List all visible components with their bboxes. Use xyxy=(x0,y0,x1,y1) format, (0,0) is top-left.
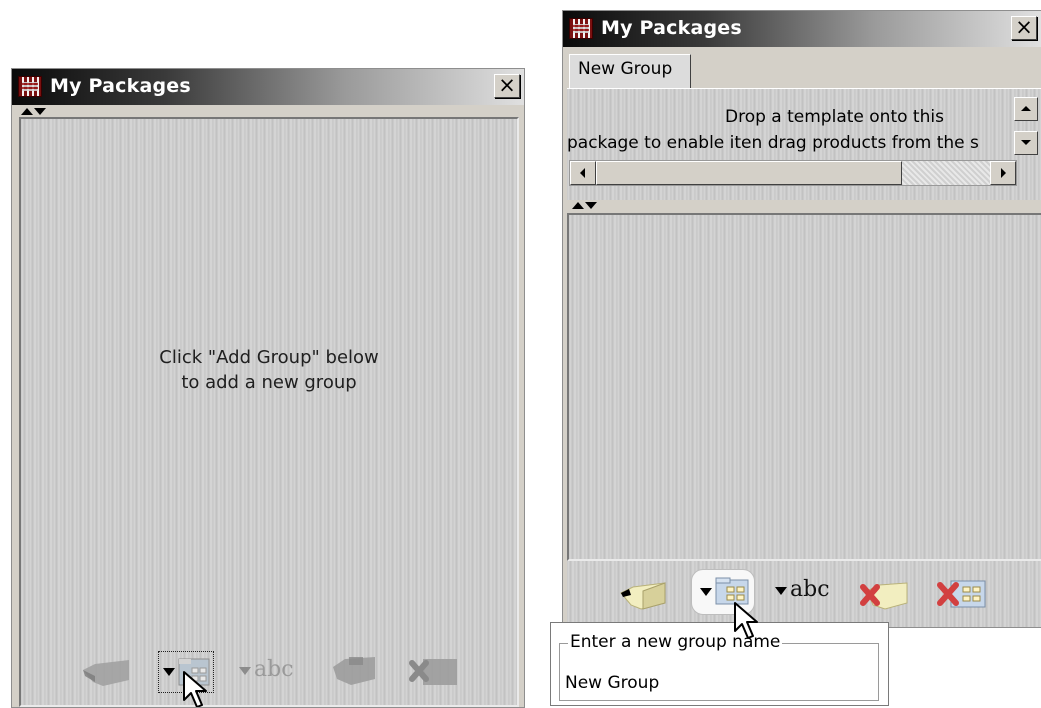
mouse-pointer-icon xyxy=(734,602,758,639)
title-bar[interactable]: My Packages × xyxy=(563,11,1041,47)
rename-label: abc xyxy=(254,657,294,682)
window-title: My Packages xyxy=(601,17,742,39)
horizontal-scrollbar[interactable] xyxy=(569,160,1017,186)
dropdown-arrow-icon xyxy=(239,667,251,675)
mouse-pointer-icon xyxy=(183,671,207,707)
group-name-input[interactable] xyxy=(565,671,865,695)
delete-group-button[interactable] xyxy=(409,651,461,691)
description-line2: package to enable iten drag products fro… xyxy=(567,133,979,153)
new-package-button[interactable] xyxy=(81,654,133,690)
pane-splitter[interactable] xyxy=(563,201,1041,211)
app-logo-icon xyxy=(18,76,42,97)
dropdown-arrow-icon xyxy=(163,668,175,676)
tab-new-group[interactable]: New Group xyxy=(569,54,691,88)
pane-splitter[interactable] xyxy=(12,107,524,117)
scroll-up-button[interactable] xyxy=(1014,97,1038,121)
arrow-up-icon xyxy=(1021,106,1031,111)
group-name-popup: Enter a new group name xyxy=(550,622,889,706)
collapse-up-icon[interactable] xyxy=(572,202,584,209)
rename-button[interactable]: abc xyxy=(775,577,839,611)
empty-message: Click "Add Group" below to add a new gro… xyxy=(21,345,517,395)
scroll-down-button[interactable] xyxy=(1014,131,1038,155)
group-content-area xyxy=(567,213,1041,561)
rename-button[interactable]: abc xyxy=(239,655,303,689)
delete-item-button[interactable] xyxy=(859,573,911,613)
close-button[interactable]: × xyxy=(494,74,520,98)
empty-message-line1: Click "Add Group" below xyxy=(159,347,379,368)
empty-message-line2: to add a new group xyxy=(181,372,357,393)
group-content-area: Click "Add Group" below to add a new gro… xyxy=(19,117,519,707)
expand-down-icon[interactable] xyxy=(34,108,46,115)
window-title: My Packages xyxy=(50,75,191,97)
delete-item-button[interactable] xyxy=(329,651,379,691)
rename-label: abc xyxy=(790,577,830,602)
scroll-right-button[interactable] xyxy=(990,161,1016,185)
title-bar[interactable]: My Packages × xyxy=(12,69,524,105)
delete-group-button[interactable] xyxy=(937,573,991,613)
scroll-left-button[interactable] xyxy=(570,161,596,185)
description-area: Drop a template onto this package to ena… xyxy=(567,88,1041,200)
close-button[interactable]: × xyxy=(1011,16,1037,40)
arrow-right-icon xyxy=(1001,168,1006,178)
arrow-left-icon xyxy=(580,168,585,178)
new-package-button[interactable] xyxy=(619,573,671,613)
arrow-down-icon xyxy=(1021,140,1031,145)
toolbar: abc xyxy=(567,561,1041,627)
right-packages-window: My Packages × New Group Drop a template … xyxy=(562,10,1041,628)
dropdown-arrow-icon xyxy=(775,587,787,595)
expand-down-icon[interactable] xyxy=(585,202,597,209)
app-logo-icon xyxy=(569,18,593,39)
dropdown-arrow-icon xyxy=(700,588,712,596)
description-line1: Drop a template onto this xyxy=(725,107,944,127)
collapse-up-icon[interactable] xyxy=(21,108,33,115)
left-packages-window: My Packages × Click "Add Group" below to… xyxy=(11,68,525,708)
scroll-thumb[interactable] xyxy=(596,161,902,185)
